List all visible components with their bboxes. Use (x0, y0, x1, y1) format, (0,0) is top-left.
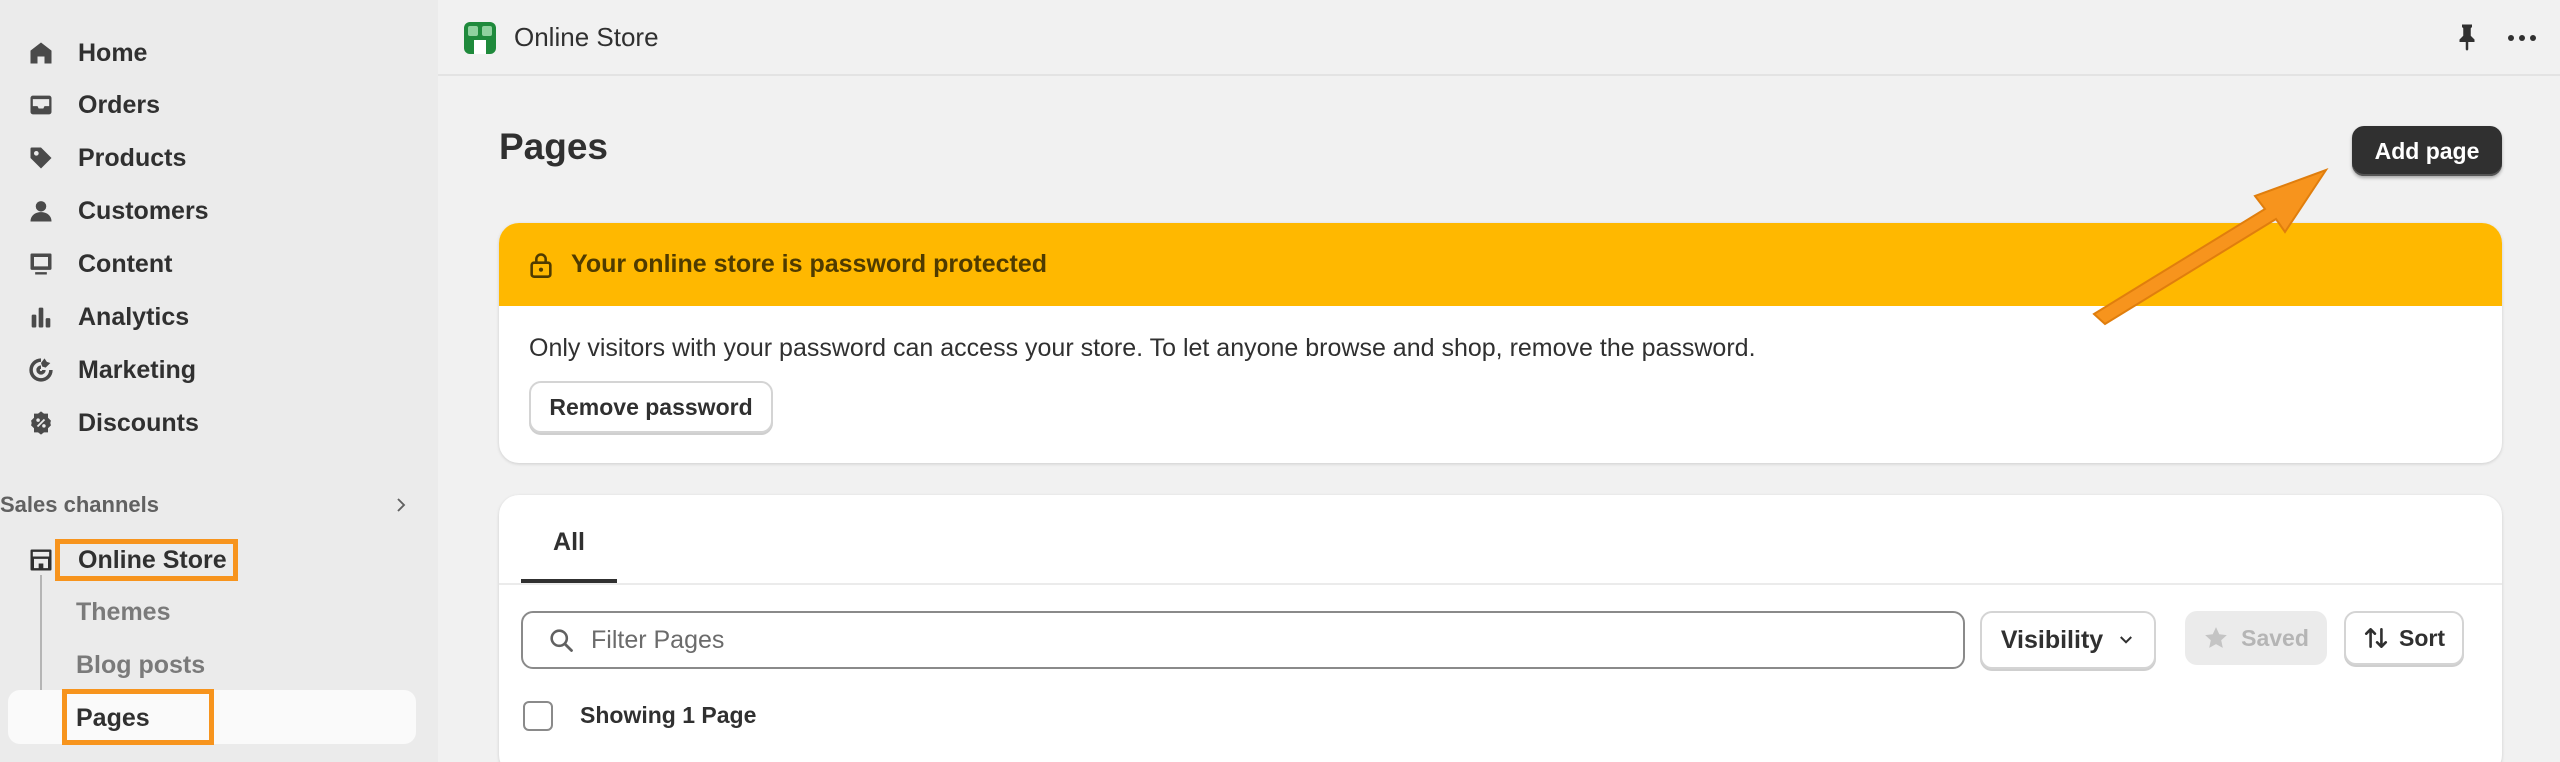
discount-icon (24, 406, 58, 440)
saved-label: Saved (2241, 624, 2309, 651)
sidebar-item-label: Discounts (78, 408, 199, 437)
sidebar-item-orders[interactable]: Orders (24, 85, 160, 125)
tag-icon (24, 141, 58, 175)
sidebar-item-label: Content (78, 249, 173, 278)
sidebar-item-label: Marketing (78, 355, 197, 384)
sales-channels-label: Sales channels (0, 492, 159, 517)
saved-button[interactable]: Saved (2185, 611, 2327, 665)
remove-password-button[interactable]: Remove password (529, 381, 773, 433)
star-icon (2205, 627, 2227, 648)
filter-pages-field[interactable] (521, 611, 1965, 669)
bar-chart-icon (24, 300, 58, 334)
sidebar-item-discounts[interactable]: Discounts (24, 403, 199, 443)
sort-button[interactable]: Sort (2344, 611, 2464, 665)
select-all-checkbox[interactable] (523, 701, 553, 731)
sidebar-item-home[interactable]: Home (24, 33, 147, 73)
sidebar-item-analytics[interactable]: Analytics (24, 297, 189, 337)
annotation-highlight-pages (62, 689, 214, 745)
top-bar: Online Store (438, 0, 2560, 76)
sidebar-subitem-label: Themes (76, 597, 171, 626)
inbox-icon (24, 88, 58, 122)
content-icon (24, 247, 58, 281)
sidebar-subitem-blog-posts[interactable]: Blog posts (76, 646, 205, 684)
tab-all[interactable]: All (521, 505, 617, 583)
sidebar-item-label: Orders (78, 90, 160, 119)
sidebar-item-label: Home (78, 38, 148, 67)
showing-count: Showing 1 Page (580, 702, 757, 728)
sidebar-item-customers[interactable]: Customers (24, 191, 209, 231)
visibility-dropdown[interactable]: Visibility (1980, 611, 2156, 669)
sidebar-item-label: Products (78, 143, 187, 172)
pin-icon[interactable] (2452, 22, 2482, 52)
home-icon (24, 36, 58, 70)
filter-pages-input[interactable] (591, 625, 1891, 655)
sales-channels-header[interactable]: Sales channels (0, 487, 410, 523)
sort-label: Sort (2399, 624, 2445, 651)
add-page-button[interactable]: Add page (2352, 126, 2502, 176)
chevron-right-icon (397, 498, 406, 512)
sidebar: Home Orders Products Customers Content A… (0, 0, 438, 762)
online-store-app-icon (464, 22, 496, 54)
lock-icon (530, 252, 552, 278)
chevron-down-icon (2120, 636, 2133, 644)
storefront-icon (24, 543, 58, 577)
app-title: Online Store (514, 22, 659, 52)
banner-title: Your online store is password protected (571, 250, 1048, 278)
search-icon (550, 629, 573, 652)
page-title: Pages (499, 126, 609, 167)
sidebar-subitem-label: Blog posts (76, 650, 206, 679)
sidebar-item-marketing[interactable]: Marketing (24, 350, 196, 390)
sidebar-subitem-themes[interactable]: Themes (76, 593, 170, 631)
banner-message: Only visitors with your password can acc… (529, 334, 1756, 362)
password-protected-banner: Your online store is password protected … (499, 223, 2502, 463)
pages-list-card: All Visibility Saved Sort Showing 1 Page (499, 495, 2502, 762)
sort-arrows-icon (2364, 628, 2388, 648)
person-icon (24, 194, 58, 228)
sidebar-item-label: Analytics (78, 302, 190, 331)
more-actions-icon[interactable] (2502, 24, 2542, 52)
tab-divider (499, 583, 2502, 585)
banner-header: Your online store is password protected (499, 223, 2502, 306)
sidebar-item-content[interactable]: Content (24, 244, 172, 284)
annotation-highlight-online-store (55, 539, 238, 581)
sidebar-item-products[interactable]: Products (24, 138, 186, 178)
target-icon (24, 353, 58, 387)
sidebar-item-label: Customers (78, 196, 209, 225)
visibility-label: Visibility (2000, 625, 2104, 654)
